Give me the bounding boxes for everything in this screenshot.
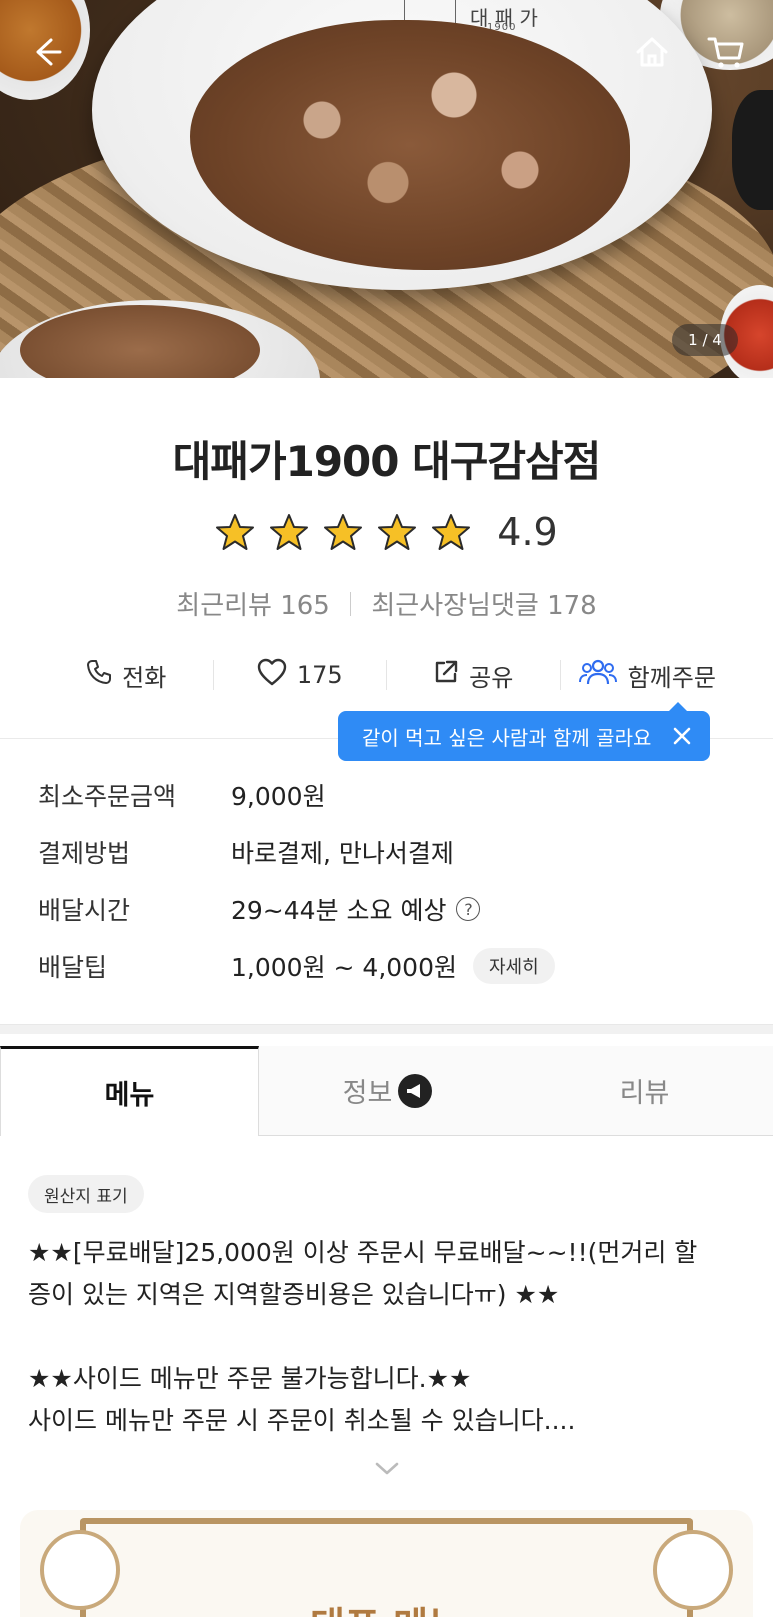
notice-line xyxy=(28,1316,758,1358)
review-summary: 최근리뷰 165 최근사장님댓글 178 xyxy=(0,585,773,622)
cart-icon[interactable] xyxy=(704,30,748,74)
min-order-label: 최소주문금액 xyxy=(38,782,177,811)
menu-banner: 대표 메뉴 xyxy=(20,1510,753,1617)
payment-value: 바로결제, 만나서결제 xyxy=(231,839,454,868)
notice-line: ★★사이드 메뉴만 주문 불가능합니다.★★ xyxy=(28,1364,472,1393)
share-icon xyxy=(433,659,459,691)
call-label: 전화 xyxy=(122,663,167,692)
notice-line: ★★[무료배달]25,000원 이상 주문시 무료배달~~!!(먼거리 할 xyxy=(28,1238,698,1267)
group-people-icon xyxy=(578,658,618,692)
back-arrow-icon[interactable] xyxy=(24,30,68,74)
payment-row: 결제방법 바로결제, 만나서결제 xyxy=(38,832,454,872)
share-button[interactable]: 공유 xyxy=(387,655,560,695)
tab-review[interactable]: 리뷰 xyxy=(516,1046,773,1136)
notice-line: 증이 있는 지역은 지역할증비용은 있습니다ㅠ) ★★ xyxy=(28,1280,560,1309)
delivery-time-cell: 29~44분 소요 예상 ? xyxy=(231,891,481,927)
rating-value: 4.9 xyxy=(497,510,558,554)
payment-label: 결제방법 xyxy=(38,839,131,868)
like-button[interactable]: 175 xyxy=(214,655,387,695)
stone-pot xyxy=(732,90,773,210)
delivery-tip-label: 배달팁 xyxy=(38,953,108,982)
tooltip-text: 같이 먹고 싶은 사람과 함께 골라요 xyxy=(362,725,652,750)
star-icon xyxy=(377,512,417,552)
call-button[interactable]: 전화 xyxy=(40,655,213,695)
group-order-tooltip: 같이 먹고 싶은 사람과 함께 골라요 xyxy=(338,711,710,761)
section-divider xyxy=(0,1024,773,1034)
store-hero-image[interactable]: 대 패 가 1900 1 / 4 xyxy=(0,0,773,378)
notice-line: 사이드 메뉴만 주문 시 주문이 취소될 수 있습니다.... xyxy=(28,1406,576,1435)
group-order-button[interactable]: 함께주문 xyxy=(561,655,734,695)
share-label: 공유 xyxy=(469,663,514,692)
group-order-label: 함께주문 xyxy=(627,663,716,692)
phone-icon xyxy=(86,659,112,691)
divider xyxy=(349,591,352,616)
delivery-tip-row: 배달팁 1,000원 ~ 4,000원 자세히 xyxy=(38,946,555,986)
chevron-down-icon[interactable] xyxy=(374,1460,400,1478)
delivery-time-label: 배달시간 xyxy=(38,896,131,925)
banner-title: 대표 메뉴 xyxy=(20,1595,753,1617)
tab-menu-label: 메뉴 xyxy=(104,1080,155,1111)
owner-replies-link[interactable]: 최근사장님댓글 178 xyxy=(371,585,596,622)
close-icon[interactable] xyxy=(670,724,694,748)
rating-row: 4.9 xyxy=(0,510,773,554)
tab-info[interactable]: 정보 xyxy=(259,1046,516,1136)
like-count: 175 xyxy=(296,661,343,689)
heart-icon xyxy=(257,658,287,692)
delivery-tip-value: 1,000원 ~ 4,000원 xyxy=(231,953,457,982)
min-order-value: 9,000원 xyxy=(231,782,326,811)
delivery-tip-cell: 1,000원 ~ 4,000원 자세히 xyxy=(231,948,555,984)
star-icon xyxy=(269,512,309,552)
tab-review-label: 리뷰 xyxy=(619,1078,670,1109)
star-icon xyxy=(323,512,363,552)
delivery-time-row: 배달시간 29~44분 소요 예상 ? xyxy=(38,889,481,929)
megaphone-icon xyxy=(398,1073,433,1108)
delivery-tip-detail-button[interactable]: 자세히 xyxy=(472,948,555,984)
store-name: 대패가1900 대구감삼점 xyxy=(172,437,602,486)
store-tabs: 메뉴 정보 리뷰 xyxy=(0,1046,773,1136)
tab-menu[interactable]: 메뉴 xyxy=(0,1046,259,1136)
star-rating xyxy=(215,512,471,552)
recent-reviews-link[interactable]: 최근리뷰 165 xyxy=(176,585,330,622)
origin-label-button[interactable]: 원산지 표기 xyxy=(28,1175,144,1213)
home-icon[interactable] xyxy=(630,30,674,74)
delivery-time-value: 29~44분 소요 예상 xyxy=(231,896,447,925)
store-action-bar: 전화 175 공유 함께주문 xyxy=(40,650,733,700)
min-order-row: 최소주문금액 9,000원 xyxy=(38,775,326,815)
star-icon xyxy=(431,512,471,552)
star-icon xyxy=(215,512,255,552)
tab-info-label: 정보 xyxy=(342,1078,393,1109)
image-pager: 1 / 4 xyxy=(672,324,738,356)
help-icon[interactable]: ? xyxy=(456,897,481,921)
store-notice: ★★[무료배달]25,000원 이상 주문시 무료배달~~!!(먼거리 할 증이… xyxy=(28,1232,758,1442)
